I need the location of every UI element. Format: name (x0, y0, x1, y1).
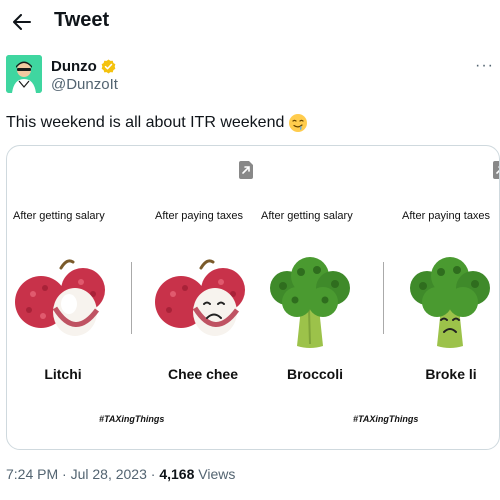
caption-right: After paying taxes (155, 210, 244, 222)
avatar[interactable] (6, 55, 42, 93)
tweet-text: This weekend is all about ITR weekend (6, 113, 308, 133)
meta-separator: · (62, 466, 67, 482)
litchi-image (15, 259, 105, 336)
meta-separator: · (150, 466, 156, 482)
hashtag-label: #TAXingThings (99, 414, 165, 424)
tweet-meta: 7:24 PM · Jul 28, 2023 · 4,168 Views (6, 466, 235, 482)
food-label-left: Broccoli (286, 366, 343, 382)
caption-left: After getting salary (13, 210, 105, 222)
arrow-left-icon (13, 14, 31, 30)
user-handle[interactable]: @DunzoIt (51, 76, 118, 93)
sad-broccoli-image (410, 257, 490, 348)
caption-right: After paying taxes (402, 210, 491, 222)
tweet-author: Dunzo @DunzoIt ··· (6, 55, 494, 95)
top-bar: Tweet (0, 0, 500, 44)
tweet-time[interactable]: 7:24 PM (6, 466, 58, 482)
tweet-media[interactable]: After getting salary After paying taxes … (6, 145, 500, 450)
broccoli-image (270, 257, 350, 348)
views-count: 4,168 (159, 466, 195, 482)
page-title: Tweet (54, 9, 110, 31)
hashtag-label: #TAXingThings (353, 414, 419, 424)
food-label-left: Litchi (44, 366, 82, 382)
sad-litchi-image (155, 259, 245, 336)
brand-watermark-icon (239, 161, 253, 179)
divider (131, 262, 132, 334)
brand-watermark-icon (493, 161, 499, 179)
caption-left: After getting salary (261, 210, 353, 222)
display-name[interactable]: Dunzo (51, 58, 116, 75)
verified-badge-icon (101, 59, 116, 74)
media-image-1[interactable]: After getting salary After paying taxes … (7, 146, 259, 449)
back-button[interactable] (8, 8, 36, 36)
media-image-2[interactable]: After getting salary After paying taxes … (259, 146, 499, 449)
food-label-right: Chee chee (167, 366, 239, 382)
more-options-button[interactable]: ··· (475, 57, 494, 75)
more-horizontal-icon: ··· (475, 57, 494, 74)
drooling-face-emoji-icon (289, 114, 308, 132)
divider (383, 262, 384, 334)
avatar-illustration (6, 55, 42, 93)
food-label-right: Broke li (425, 366, 477, 382)
views-label: Views (198, 466, 236, 482)
tweet-date[interactable]: Jul 28, 2023 (71, 466, 147, 482)
